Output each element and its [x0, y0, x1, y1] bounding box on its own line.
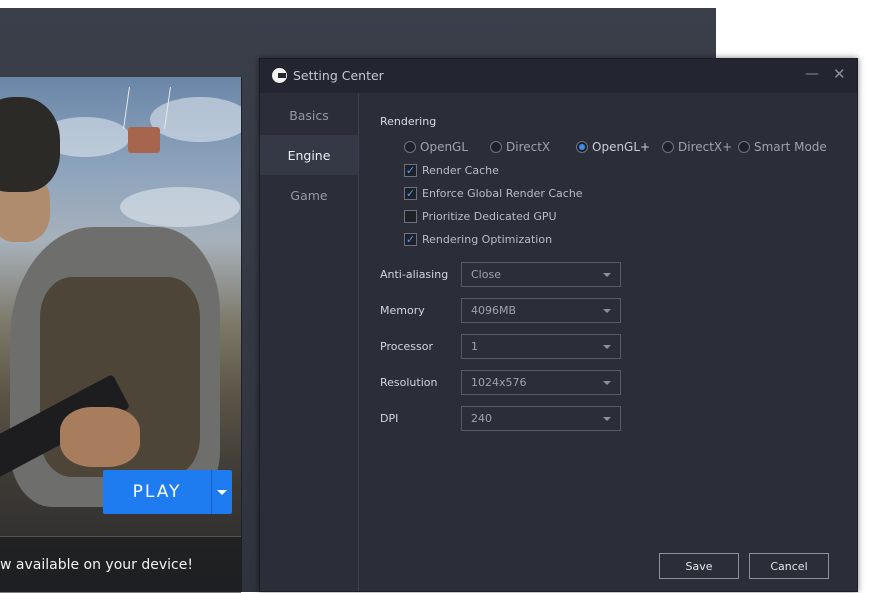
dialog-title: Setting Center — [293, 68, 384, 83]
radio-indicator — [404, 141, 416, 153]
checkbox-label: Enforce Global Render Cache — [422, 187, 583, 200]
nav-item-engine[interactable]: Engine — [260, 135, 358, 175]
checkbox-label: Rendering Optimization — [422, 233, 553, 246]
select-value: 4096MB — [471, 304, 517, 317]
chevron-down-icon — [603, 345, 611, 349]
radio-directx-plus[interactable]: DirectX+ — [662, 140, 732, 154]
checkbox-label: Prioritize Dedicated GPU — [422, 210, 557, 223]
promo-text: w available on your device! — [0, 557, 193, 573]
setting-center-dialog: Setting Center — ✕ Basics Engine Game Re… — [259, 58, 858, 592]
game-banner[interactable] — [0, 77, 242, 592]
checkmark-icon: ✓ — [404, 187, 417, 200]
nav-item-game[interactable]: Game — [260, 175, 358, 215]
select-value: 240 — [471, 412, 492, 425]
resolution-label: Resolution — [380, 376, 438, 389]
settings-sidebar: Basics Engine Game — [260, 93, 359, 591]
checkbox-render-cache[interactable]: ✓ Render Cache — [404, 164, 499, 177]
checkmark-icon: ✓ — [404, 164, 417, 177]
chevron-down-icon — [603, 273, 611, 277]
radio-indicator — [662, 141, 674, 153]
radio-label: DirectX — [506, 140, 551, 154]
radio-label: DirectX+ — [678, 140, 733, 154]
dpi-label: DPI — [380, 412, 399, 425]
chevron-down-icon — [217, 489, 227, 495]
minimize-icon[interactable]: — — [805, 66, 819, 82]
play-button[interactable]: PLAY — [103, 470, 211, 514]
anti-aliasing-label: Anti-aliasing — [380, 268, 449, 281]
radio-opengl-plus[interactable]: OpenGL+ — [576, 140, 650, 154]
memory-select[interactable]: 4096MB — [461, 298, 621, 323]
dpi-select[interactable]: 240 — [461, 406, 621, 431]
cancel-button[interactable]: Cancel — [749, 553, 829, 579]
close-icon[interactable]: ✕ — [833, 65, 846, 83]
play-dropdown-button[interactable] — [211, 470, 232, 514]
soldier-arm — [60, 407, 140, 467]
airdrop-crate — [128, 127, 160, 153]
chevron-down-icon — [603, 381, 611, 385]
chevron-down-icon — [603, 417, 611, 421]
rendering-label: Rendering — [380, 115, 437, 128]
radio-label: OpenGL+ — [592, 140, 651, 154]
engine-settings-panel: Rendering OpenGL DirectX OpenGL+ DirectX… — [360, 93, 857, 591]
parachute-lines — [123, 87, 171, 129]
cloud-decoration — [120, 187, 240, 227]
memory-label: Memory — [380, 304, 425, 317]
chevron-down-icon — [603, 309, 611, 313]
app-logo-icon — [272, 68, 287, 83]
select-value: Close — [471, 268, 501, 281]
select-value: 1024x576 — [471, 376, 527, 389]
dialog-titlebar[interactable]: Setting Center — ✕ — [260, 59, 857, 93]
radio-indicator — [576, 141, 588, 153]
processor-label: Processor — [380, 340, 433, 353]
anti-aliasing-select[interactable]: Close — [461, 262, 621, 287]
nav-item-basics[interactable]: Basics — [260, 95, 358, 135]
checkbox-empty-icon — [404, 210, 417, 223]
checkbox-prioritize-dedicated-gpu[interactable]: Prioritize Dedicated GPU — [404, 210, 557, 223]
radio-indicator — [738, 141, 750, 153]
resolution-select[interactable]: 1024x576 — [461, 370, 621, 395]
checkbox-rendering-optimization[interactable]: ✓ Rendering Optimization — [404, 233, 552, 246]
radio-label: OpenGL — [420, 140, 469, 154]
checkbox-enforce-global-render-cache[interactable]: ✓ Enforce Global Render Cache — [404, 187, 583, 200]
radio-opengl[interactable]: OpenGL — [404, 140, 468, 154]
checkmark-icon: ✓ — [404, 233, 417, 246]
radio-smart-mode[interactable]: Smart Mode — [738, 140, 827, 154]
select-value: 1 — [471, 340, 478, 353]
save-button[interactable]: Save — [659, 553, 739, 579]
processor-select[interactable]: 1 — [461, 334, 621, 359]
radio-indicator — [490, 141, 502, 153]
radio-directx[interactable]: DirectX — [490, 140, 550, 154]
soldier-helmet — [0, 97, 60, 192]
radio-label: Smart Mode — [754, 140, 827, 154]
checkbox-label: Render Cache — [422, 164, 499, 177]
